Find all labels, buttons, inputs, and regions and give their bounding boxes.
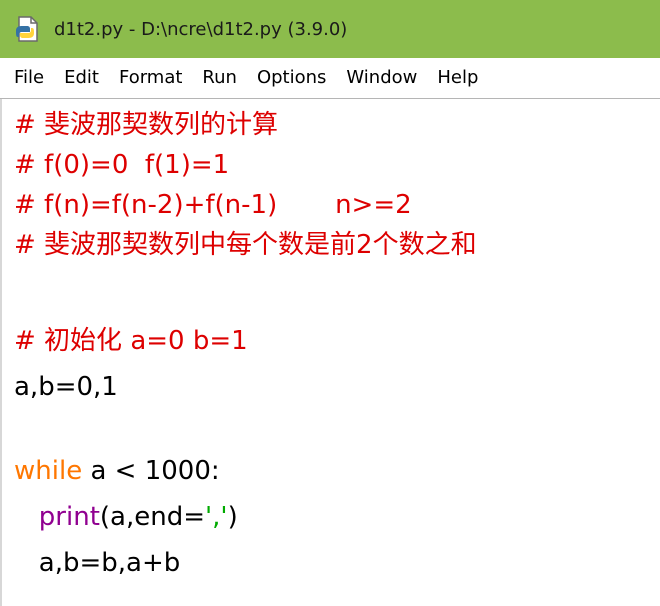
code-editor[interactable]: # 斐波那契数列的计算 # f(0)=0 f(1)=1 # f(n)=f(n-2… (0, 99, 660, 606)
code-line-4: # 斐波那契数列中每个数是前2个数之和 (14, 230, 477, 260)
python-file-icon (14, 15, 42, 43)
string-literal: ',' (205, 502, 228, 532)
print-args-close: ) (227, 502, 238, 532)
code-line-6: # 初始化 a=0 b=1 (14, 326, 248, 356)
menu-file[interactable]: File (0, 58, 54, 98)
menu-bar: File Edit Format Run Options Window Help (0, 58, 660, 99)
code-line-10: print(a,end=',') (14, 497, 238, 537)
menu-window[interactable]: Window (336, 58, 427, 98)
while-condition: a < 1000: (82, 456, 220, 486)
code-line-7: a,b=0,1 (14, 372, 118, 402)
title-bar: d1t2.py - D:\ncre\d1t2.py (3.9.0) (0, 0, 660, 58)
menu-run[interactable]: Run (192, 58, 247, 98)
code-line-11: a,b=b,a+b (14, 548, 181, 578)
builtin-print: print (38, 502, 100, 532)
code-line-9: while a < 1000: (14, 451, 220, 491)
print-args-open: (a,end= (99, 502, 205, 532)
menu-options[interactable]: Options (247, 58, 336, 98)
keyword-while: while (14, 456, 83, 486)
code-line-3: # f(n)=f(n-2)+f(n-1) n>=2 (14, 190, 412, 220)
window-title: d1t2.py - D:\ncre\d1t2.py (3.9.0) (54, 18, 348, 40)
code-line-1: # 斐波那契数列的计算 (14, 110, 279, 140)
menu-format[interactable]: Format (109, 58, 192, 98)
code-line-2: # f(0)=0 f(1)=1 (14, 150, 230, 180)
menu-edit[interactable]: Edit (54, 58, 109, 98)
menu-help[interactable]: Help (427, 58, 488, 98)
